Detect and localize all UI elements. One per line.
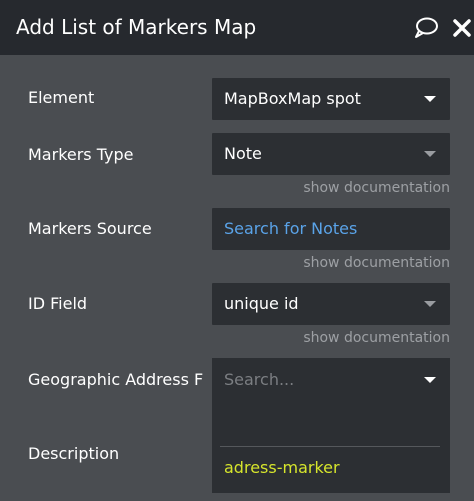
id-field-dropdown[interactable]: unique id <box>212 283 450 325</box>
markers-type-value: Note <box>224 144 262 163</box>
chevron-down-icon <box>424 96 436 102</box>
chevron-down-icon[interactable] <box>424 377 436 383</box>
markers-type-doc-link[interactable]: show documentation <box>303 179 450 197</box>
dropdown-search-input[interactable] <box>224 369 414 389</box>
property-editor-panel: Add List of Markers Map Element MapBoxMa… <box>0 0 474 501</box>
geographic-address-dropdown[interactable]: adress-marker <box>212 358 450 493</box>
markers-source-field[interactable]: Search for Notes <box>212 208 450 250</box>
dropdown-option[interactable]: adress-marker <box>224 458 340 478</box>
chevron-down-icon <box>424 301 436 307</box>
markers-source-value: Search for Notes <box>224 219 358 238</box>
id-field-doc-link[interactable]: show documentation <box>303 329 450 347</box>
id-field-label: ID Field <box>28 294 88 313</box>
panel-header: Add List of Markers Map <box>0 0 474 55</box>
markers-type-dropdown[interactable]: Note <box>212 133 450 175</box>
geographic-address-label: Geographic Address F <box>28 370 204 389</box>
speech-bubble-icon[interactable] <box>413 16 439 40</box>
element-label: Element <box>28 88 95 107</box>
dropdown-divider <box>220 446 440 447</box>
element-dropdown[interactable]: MapBoxMap spot <box>212 78 450 120</box>
panel-title: Add List of Markers Map <box>16 15 257 39</box>
chevron-down-icon <box>424 151 436 157</box>
id-field-value: unique id <box>224 294 299 313</box>
element-value: MapBoxMap spot <box>224 89 361 108</box>
description-label: Description <box>28 444 120 463</box>
markers-source-label: Markers Source <box>28 219 152 238</box>
markers-source-doc-link[interactable]: show documentation <box>303 254 450 272</box>
close-icon[interactable] <box>450 16 474 40</box>
markers-type-label: Markers Type <box>28 145 134 164</box>
